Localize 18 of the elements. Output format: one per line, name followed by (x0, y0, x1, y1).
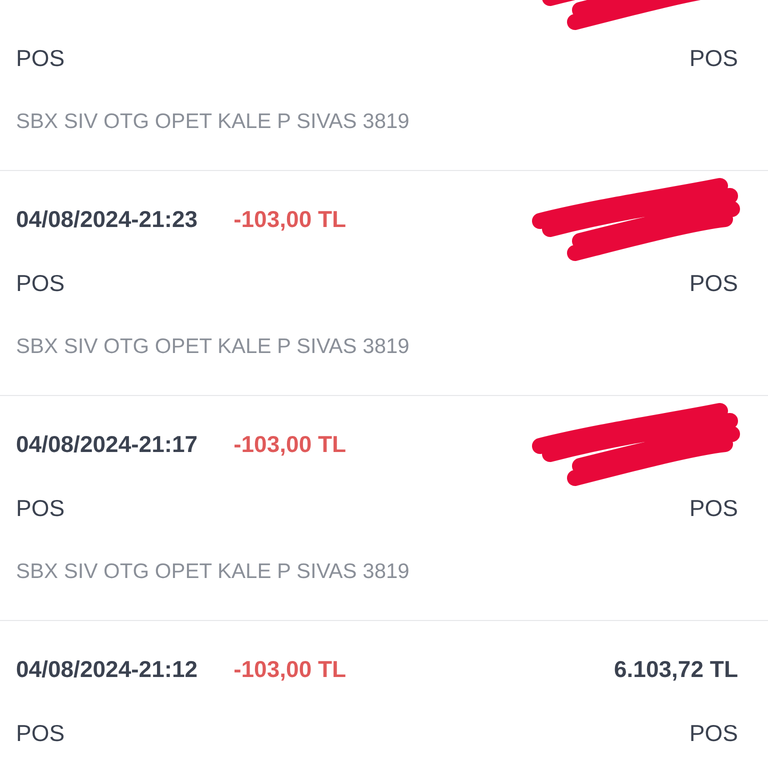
transaction-date: 04/08/2024-21:23 (16, 204, 198, 234)
balance-amount: 6.103,72 TL (614, 654, 738, 684)
transaction-date: 04/08/2024-21:12 (16, 654, 198, 684)
transaction-description: SBX SIV OTG OPET KALE P SIVAS 3819 (16, 109, 410, 136)
transaction-channel: POS (689, 268, 738, 298)
transaction-amount: -103,00 TL (234, 430, 346, 459)
transaction-description: SBX SIV OTG OPET KALE P SIVAS 3819 (16, 559, 410, 586)
transaction-channel: POS (689, 494, 738, 523)
transaction-description: SBX SIV OTG OPET KALE P SIVAS 3819 (16, 334, 410, 360)
transaction-channel: POS (689, 718, 738, 748)
transaction-type: POS (16, 44, 65, 73)
transaction-type: POS (16, 718, 65, 748)
transaction-amount: -103,00 TL (234, 204, 346, 234)
transaction-amount: -103,00 TL (234, 654, 346, 684)
transaction-type: POS (16, 268, 65, 298)
transaction-channel: POS (689, 44, 738, 73)
transaction-type: POS (16, 494, 65, 523)
transaction-date: 04/08/2024-21:17 (16, 430, 198, 459)
